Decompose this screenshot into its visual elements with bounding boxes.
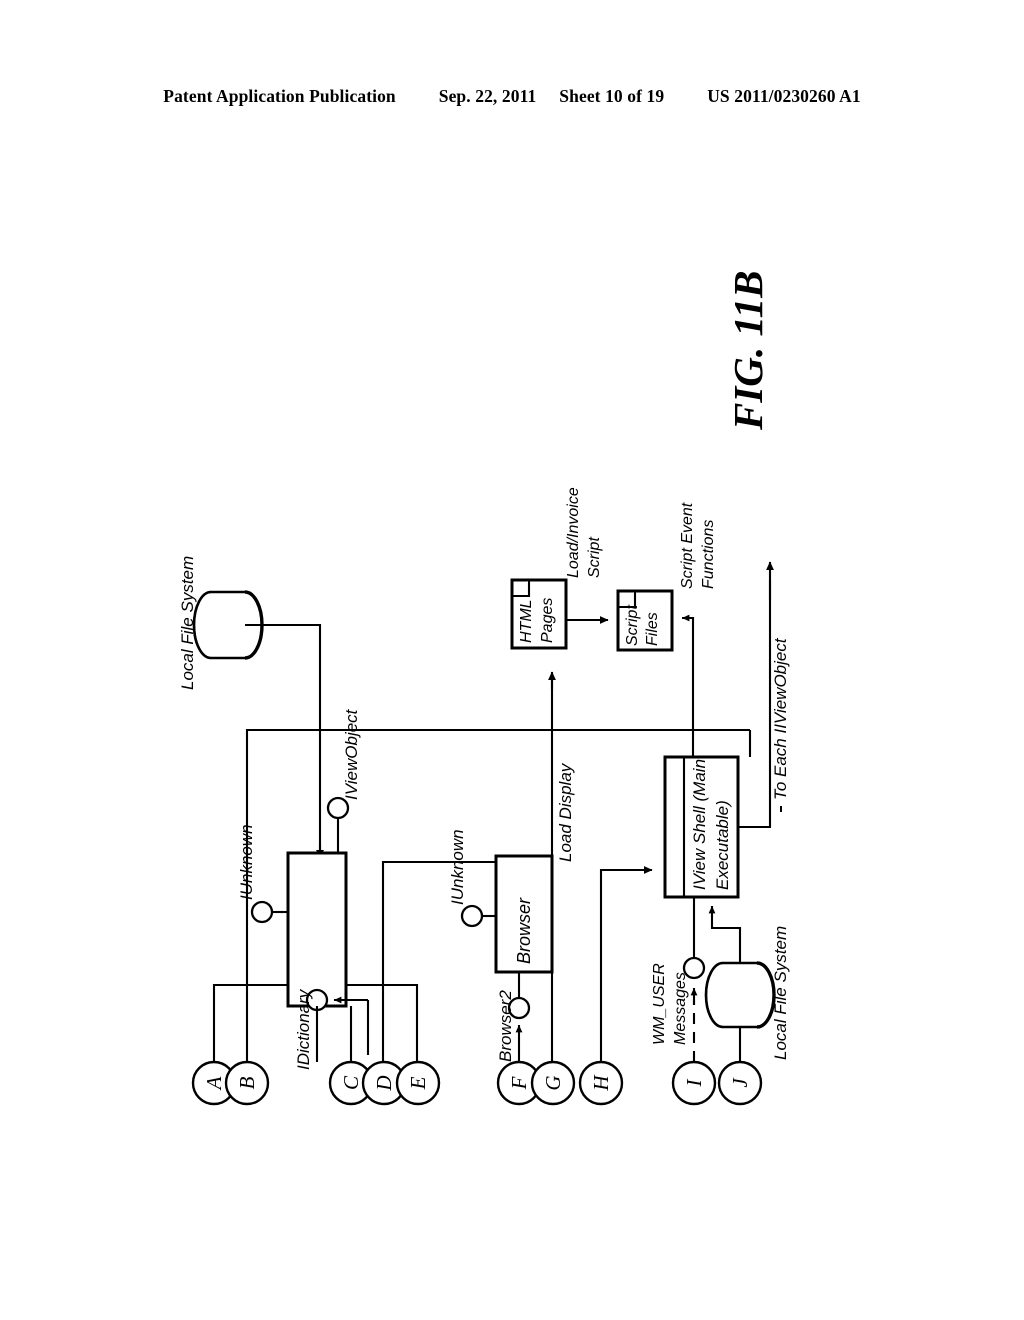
browser2-label: Browser2 [496,990,515,1062]
to-each-iiviewobject-label: To Each IIViewObject [771,637,790,800]
script-event-functions-label-line2: Functions [700,520,717,589]
connector-label-B: B [235,1076,259,1089]
script-files-label: Script [624,605,641,646]
html-pages-label-line2: Pages [539,598,556,643]
object-box [286,851,348,1008]
connector-label-I: I [682,1079,706,1088]
load-display-label: Load Display [556,762,575,862]
connector-label-C: C [339,1075,363,1090]
wm-user-messages-label-line2: Messages [672,972,689,1045]
connector-label-H: H [589,1074,613,1092]
iunknown-object-interface [250,900,288,924]
iviewobject-label: IViewObject [342,708,361,800]
connector-label-F: F [507,1076,531,1090]
connector-circles [191,1060,763,1106]
load-invoice-script-label-line2: Script [586,537,603,578]
load-invoice-script-label: Load/Invoice [565,487,582,578]
local-file-system-bottom-cylinder [704,961,776,1029]
wm-user-messages-label: WM_USER [651,963,668,1045]
browser-label: Browser [514,897,534,964]
script-files-label-line2: Files [644,612,661,646]
local-file-system-top-label: Local File System [178,556,197,690]
figure-label: FIG. 11B [725,271,771,432]
iview-shell-label-line2: Executable) [713,800,732,890]
connector-label-E: E [406,1076,430,1090]
connector-label-A: A [202,1076,226,1091]
idictionary-label: IDictionary [294,988,313,1070]
iviewobject-interface [326,796,350,853]
patent-figure: FIG. 11B Local File System IViewObject I… [0,0,1024,1320]
local-file-system-bottom-label: Local File System [771,926,790,1060]
connector-label-D: D [372,1075,396,1091]
iview-shell-label: IView Shell (Main [690,759,709,890]
script-event-functions-label: Script Event [679,502,696,589]
iunknown-browser-interface [460,904,496,928]
connector-label-G: G [541,1075,565,1090]
iunknown-browser-label: IUnknown [448,829,467,905]
html-pages-label: HTML [518,599,535,643]
